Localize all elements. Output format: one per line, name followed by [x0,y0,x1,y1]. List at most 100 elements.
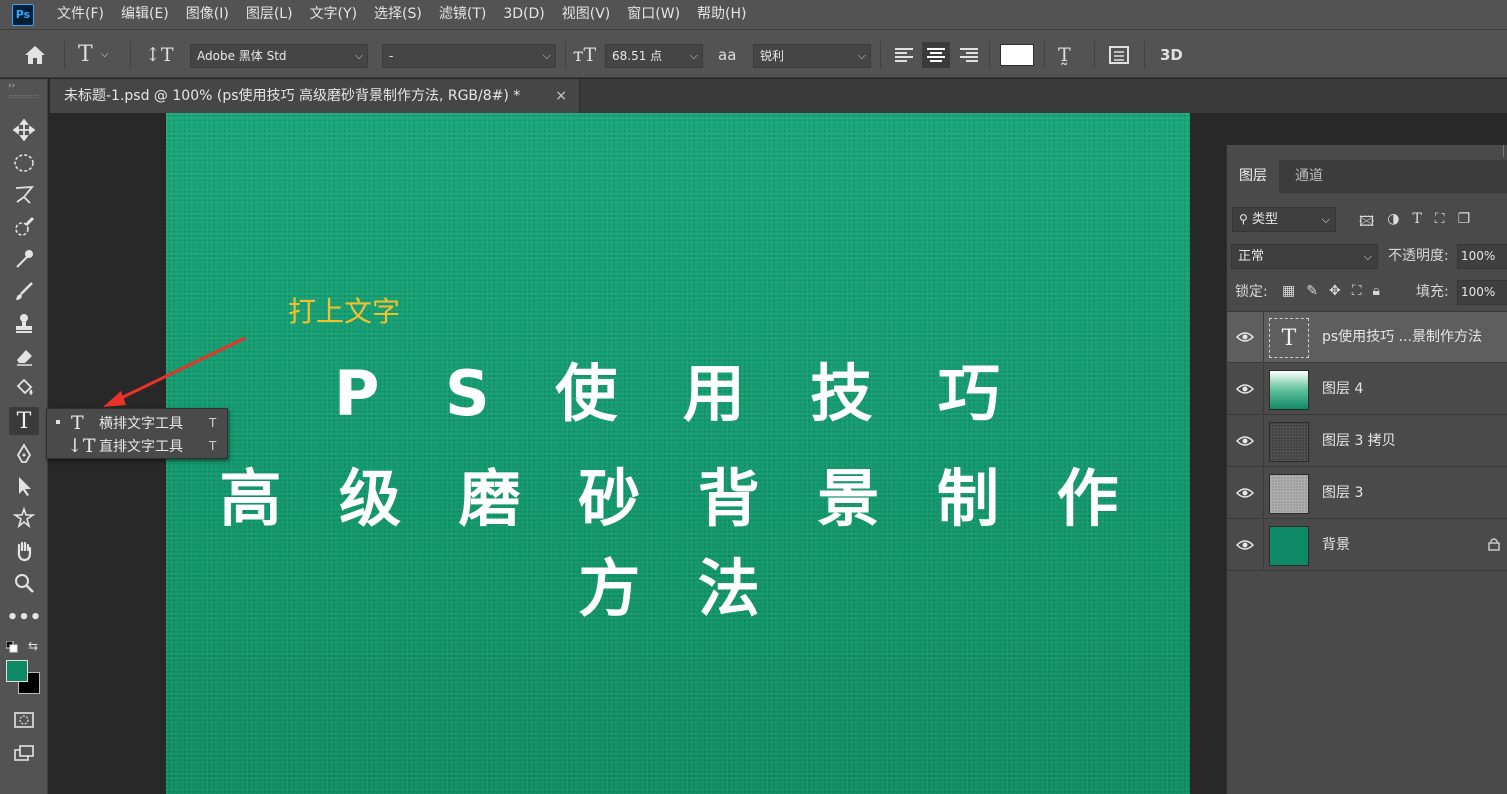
quick-mask-icon[interactable] [9,706,39,734]
lock-position-icon[interactable]: ✥ [1329,283,1341,299]
visibility-eye-icon[interactable] [1236,434,1254,448]
layer-row-background[interactable]: 背景 [1227,520,1507,571]
document-tab-title: 未标题-1.psd @ 100% (ps使用技巧 高级磨砂背景制作方法, RGB… [64,88,521,104]
path-selection-tool-icon[interactable] [9,472,39,500]
visibility-eye-icon[interactable] [1236,486,1254,500]
selected-bullet-icon [56,420,60,424]
3d-icon[interactable]: 3D [1160,30,1183,79]
vertical-type-label: 直排文字工具 [99,439,183,455]
layer-row-3[interactable]: 图层 3 [1227,468,1507,519]
more-tools-icon[interactable]: ••• [7,603,42,631]
panel-grip-icon[interactable] [10,95,38,98]
lock-label: 锁定: [1235,284,1268,300]
vertical-type-shortcut: T [209,439,217,453]
menu-file[interactable]: 文件(F) [48,0,112,29]
quick-selection-tool-icon[interactable] [9,213,39,241]
home-icon[interactable] [22,30,48,79]
lasso-tool-icon[interactable] [9,181,39,209]
align-center-icon[interactable] [922,42,950,68]
custom-shape-tool-icon[interactable] [9,504,39,532]
layer-row-4[interactable]: 图层 4 [1227,364,1507,415]
brush-tool-icon[interactable] [9,277,39,305]
type-tool-preset-icon[interactable]: T ⌵ [78,30,108,79]
visibility-eye-icon[interactable] [1236,382,1254,396]
tab-layers[interactable]: 图层 [1227,160,1279,193]
menu-select[interactable]: 选择(S) [365,0,430,29]
lock-artboard-icon[interactable]: ⛶ [1352,283,1362,299]
text-color-swatch[interactable] [1000,44,1034,66]
swap-colors-icon[interactable]: ⇆ [28,639,38,653]
text-layer-thumbnail: T [1269,318,1309,358]
font-family-select[interactable]: Adobe 黑体 Std ⌵ [190,44,368,68]
fill-field[interactable]: 100% [1457,280,1507,305]
menu-help[interactable]: 帮助(H) [688,0,754,29]
layer-row-3-copy[interactable]: 图层 3 拷贝 [1227,416,1507,467]
hand-tool-icon[interactable] [9,537,39,565]
warp-text-icon[interactable]: T̰ [1058,30,1071,79]
filter-type-icon[interactable]: T [1412,211,1421,235]
annotation-label: 打上文字 [288,295,401,328]
document-tab[interactable]: 未标题-1.psd @ 100% (ps使用技巧 高级磨砂背景制作方法, RGB… [50,79,580,113]
menu-layer[interactable]: 图层(L) [237,0,301,29]
menu-filter[interactable]: 滤镜(T) [430,0,494,29]
foreground-color-swatch[interactable] [6,660,28,682]
screen-mode-icon[interactable] [9,739,39,767]
menu-edit[interactable]: 编辑(E) [112,0,177,29]
eyedropper-tool-icon[interactable] [9,245,39,273]
character-panel-icon[interactable] [1108,30,1130,79]
close-icon[interactable]: × [555,79,567,113]
horizontal-type-tool-item[interactable]: T 横排文字工具 T [47,411,229,435]
font-size-field[interactable]: 68.51 点 ⌵ [605,44,703,68]
stamp-tool-icon[interactable] [9,309,39,337]
layer-name: 图层 3 拷贝 [1322,433,1396,449]
canvas-title-line-2: 高 级 磨 砂 背 景 制 作 方 法 [219,462,1137,625]
filter-pixel-icon[interactable]: 🖾 [1359,211,1374,235]
pen-tool-icon[interactable] [9,440,39,468]
document-canvas[interactable]: P S 使 用 技 巧 高 级 磨 砂 背 景 制 作 方 法 [166,113,1190,794]
filter-adjustment-icon[interactable]: ◑ [1387,211,1399,235]
lock-all-icon[interactable]: 🔒︎ [1373,283,1380,299]
paint-bucket-tool-icon[interactable] [9,374,39,402]
layer-thumbnail [1269,474,1309,514]
blend-mode-select[interactable]: 正常 ⌵ [1231,244,1378,269]
lock-image-icon[interactable]: ✎ [1306,283,1318,299]
panel-collapse-icon[interactable]: ›› [8,81,15,91]
layer-filter-select[interactable]: ⚲ 类型 ⌵ [1232,207,1336,232]
horizontal-type-label: 横排文字工具 [99,416,183,432]
lock-icon [1488,538,1500,551]
zoom-tool-icon[interactable] [9,569,39,597]
font-size-icon: ᴛT [573,43,597,66]
layer-name: 背景 [1322,537,1350,553]
menu-window[interactable]: 窗口(W) [618,0,688,29]
visibility-eye-icon[interactable] [1236,538,1254,552]
type-tool-icon[interactable]: T [9,407,39,435]
vertical-type-tool-item[interactable]: ↓T 直排文字工具 T [47,434,229,458]
tools-panel: ›› T ••• ⇆ [0,79,48,794]
align-left-icon[interactable] [893,30,915,79]
layer-name: 图层 4 [1322,381,1364,397]
opacity-field[interactable]: 100% [1457,244,1507,269]
eraser-tool-icon[interactable] [9,342,39,370]
menu-image[interactable]: 图像(I) [177,0,237,29]
marquee-tool-icon[interactable] [9,149,39,177]
move-tool-icon[interactable] [9,116,39,144]
visibility-eye-icon[interactable] [1236,330,1254,344]
filter-shape-icon[interactable]: ⛶ [1435,211,1445,235]
layer-row-text[interactable]: T ps使用技巧 ...景制作方法 [1227,312,1507,363]
opacity-label: 不透明度: [1388,248,1449,264]
toggle-text-orientation-icon[interactable]: ↕T [145,30,174,79]
font-style-select[interactable]: - ⌵ [382,44,556,68]
filter-smart-object-icon[interactable]: ❐ [1458,211,1471,235]
layer-thumbnail [1269,370,1309,410]
tab-channels[interactable]: 通道 [1283,160,1335,193]
align-right-icon[interactable] [958,30,980,79]
menu-3d[interactable]: 3D(D) [494,0,552,29]
menu-type[interactable]: 文字(Y) [301,0,365,29]
lock-transparency-icon[interactable]: ▦ [1282,283,1295,299]
menu-view[interactable]: 视图(V) [553,0,619,29]
photoshop-logo[interactable]: Ps [12,3,34,26]
vertical-type-icon: ↓T [67,435,96,457]
antialias-select[interactable]: 锐利 ⌵ [753,44,871,68]
layers-panel: 图层 通道 ⚲ 类型 ⌵ 🖾 ◑ T ⛶ ❐ 正常 ⌵ 不透明度: 100% 锁… [1226,145,1507,794]
default-colors-icon[interactable] [5,640,18,653]
